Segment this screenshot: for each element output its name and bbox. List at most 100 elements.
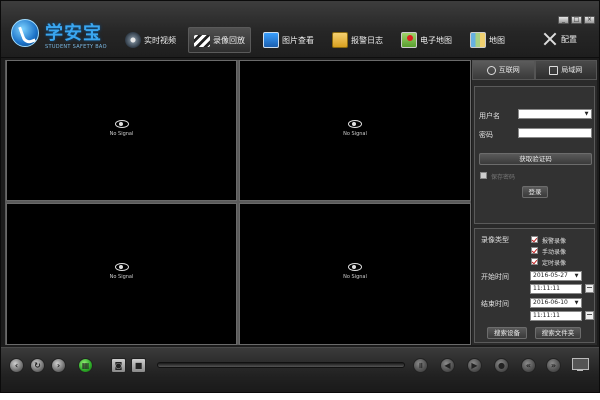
end-date-input[interactable]: 2016-06-10 ▼ [530,298,582,308]
play-icon[interactable]: ▶ [467,358,482,373]
tab-lan[interactable]: 局域网 [534,60,597,80]
chevron-down-icon: ▼ [584,111,589,117]
tools-icon [542,31,558,47]
logo-emblem-icon [11,19,39,47]
next-icon[interactable]: › [51,358,66,373]
alarm-log-icon [332,32,348,48]
logo-subtitle: STUDENT SAFETY BAO [45,44,107,50]
main-nav: 实时视频 录像回放 图片查看 报警日志 电子地图 地图 [119,27,511,53]
timed-record-checkbox[interactable] [531,258,538,265]
video-cell-2[interactable]: No Signal [239,60,471,201]
close-button[interactable]: × [584,16,595,24]
tab-internet-label: 互联网 [498,66,520,74]
globe-icon [486,65,496,75]
password-label: 密码 [479,131,493,139]
video-cell-3[interactable]: No Signal [6,203,237,345]
calendar-icon[interactable] [585,284,594,293]
map-icon [470,32,486,48]
eye-icon [348,119,362,128]
calendar-icon[interactable] [585,311,594,320]
no-signal-text: No Signal [109,130,134,137]
tab-internet[interactable]: 互联网 [472,60,535,80]
fullscreen-icon[interactable] [571,357,589,372]
nav-map-label: 地图 [489,35,505,45]
nav-alarm-log[interactable]: 报警日志 [326,27,389,53]
start-date-input[interactable]: 2016-05-27 ▼ [530,271,582,281]
pause-icon[interactable]: ॥ [413,358,428,373]
nav-map[interactable]: 地图 [464,27,511,53]
login-button[interactable]: 登录 [522,186,548,198]
password-input[interactable] [518,128,592,138]
start-date-value: 2016-05-27 [533,272,568,279]
nav-playback-label: 录像回放 [213,35,245,45]
chevron-down-icon: ▼ [574,300,579,306]
video-grid: No Signal No Signal No Signal No Signal [5,60,471,345]
loop-icon[interactable]: ↻ [30,358,45,373]
save-password-label: 保存密码 [491,174,516,181]
nav-picture-view-label: 图片查看 [282,35,314,45]
fast-forward-icon[interactable]: » [546,358,561,373]
manual-record-label: 手动录像 [542,249,567,256]
playback-progress-bar[interactable] [157,362,405,368]
start-time-input[interactable]: 11:11:11 [530,284,582,294]
snapshot-icon[interactable]: ◙ [111,358,126,373]
clapperboard-icon [194,35,210,47]
record-type-label: 录像类型 [481,236,509,244]
header-bar: 学安宝 STUDENT SAFETY BAO 实时视频 录像回放 图片查看 报警… [1,1,599,58]
search-device-button[interactable]: 搜索设备 [487,327,527,339]
lan-icon [549,65,559,75]
config-button[interactable]: 配置 [542,31,577,47]
config-label: 配置 [561,34,577,44]
photo-icon [263,32,279,48]
chevron-down-icon: ▼ [574,273,579,279]
end-time-input[interactable]: 11:11:11 [530,311,582,321]
eye-icon [114,263,129,271]
alarm-record-checkbox[interactable] [531,236,538,243]
lock-icon[interactable]: ■ [131,358,146,373]
nav-picture-view[interactable]: 图片查看 [257,27,320,53]
nav-live-video-label: 实时视频 [144,35,176,45]
nav-e-map[interactable]: 电子地图 [395,27,458,53]
eye-icon [348,263,362,271]
slow-down-icon[interactable]: « [521,358,536,373]
nav-live-video[interactable]: 实时视频 [119,27,182,53]
stop-icon[interactable]: ● [494,358,509,373]
manual-record-checkbox[interactable] [531,247,538,254]
nav-e-map-label: 电子地图 [420,35,452,45]
minimize-button[interactable]: _ [558,16,569,24]
save-password-checkbox[interactable] [480,172,487,179]
eye-icon [114,119,129,128]
maximize-button[interactable]: □ [571,16,582,24]
end-time-label: 结束时间 [481,300,509,308]
search-folder-button[interactable]: 搜索文件夹 [535,327,581,339]
nav-playback[interactable]: 录像回放 [188,27,251,53]
no-signal-text: No Signal [343,130,367,137]
nav-alarm-log-label: 报警日志 [351,35,383,45]
no-signal-text: No Signal [343,274,367,280]
side-panel: 互联网 局域网 用户名 ▼ 密码 获取验证码 保存密码 登录 录像类型 报警录像 [472,60,597,345]
username-select[interactable]: ▼ [518,109,592,119]
timed-record-label: 定时录像 [542,260,567,267]
grid-layout-icon[interactable]: ▦ [78,358,93,373]
network-tabs: 互联网 局域网 [472,60,597,80]
previous-icon[interactable]: ‹ [9,358,24,373]
end-date-value: 2016-06-10 [533,299,568,306]
window-controls: _ □ × [558,16,595,24]
no-signal-text: No Signal [109,274,134,280]
get-code-button[interactable]: 获取验证码 [479,153,592,165]
video-cell-4[interactable]: No Signal [239,203,471,345]
alarm-record-label: 报警录像 [542,238,567,245]
step-back-icon[interactable]: ◀ [440,358,455,373]
start-time-value: 11:11:11 [533,285,560,292]
map-pin-icon [401,32,417,48]
app-logo: 学安宝 STUDENT SAFETY BAO [7,15,107,53]
end-time-value: 11:11:11 [533,312,560,319]
camera-icon [125,32,141,48]
logo-title: 学安宝 [45,23,102,44]
tab-lan-label: 局域网 [561,66,583,74]
start-time-label: 开始时间 [481,273,509,281]
app-window: 学安宝 STUDENT SAFETY BAO 实时视频 录像回放 图片查看 报警… [0,0,600,393]
login-panel: 用户名 ▼ 密码 获取验证码 保存密码 登录 [474,86,595,224]
record-search-panel: 录像类型 报警录像 手动录像 定时录像 开始时间 2016-05-27 ▼ 11… [474,228,595,343]
video-cell-1[interactable]: No Signal [6,60,237,201]
